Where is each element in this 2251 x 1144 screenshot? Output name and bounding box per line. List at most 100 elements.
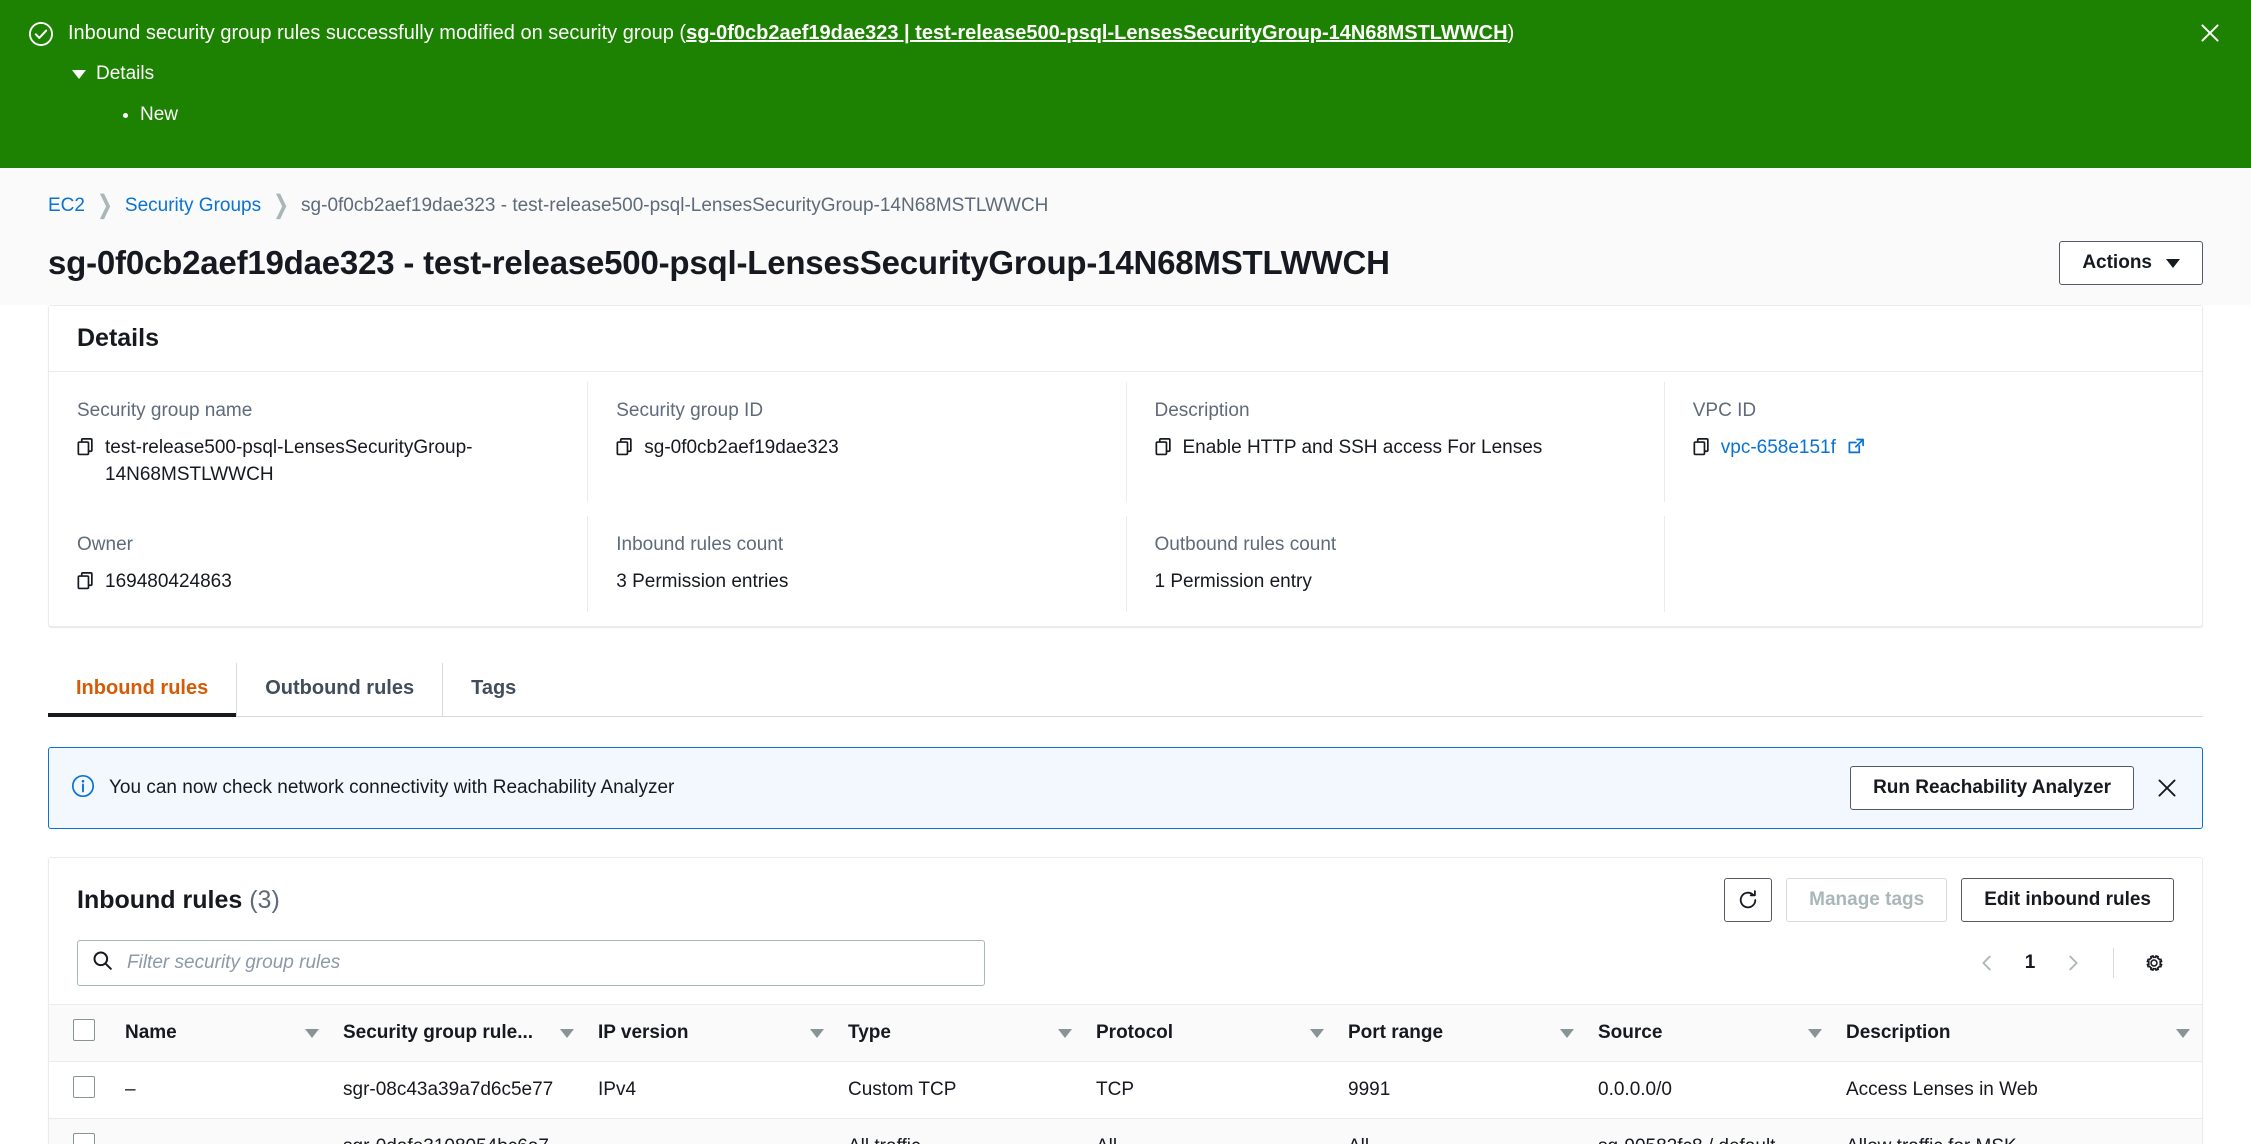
tab-bar: Inbound rules Outbound rules Tags xyxy=(48,663,2203,717)
inbound-rules-header: Inbound rules (3) Manage tags Edit inbou… xyxy=(49,858,2202,934)
cell-name: – xyxy=(113,1061,331,1119)
cell-source: sg-90582fc8 / default xyxy=(1586,1118,1834,1144)
next-page-button[interactable] xyxy=(2053,943,2093,983)
detail-label: Inbound rules count xyxy=(616,534,784,555)
column-header-name[interactable]: Name xyxy=(113,1004,331,1062)
tab-outbound-rules[interactable]: Outbound rules xyxy=(237,663,444,716)
success-flashbar: Inbound security group rules successfull… xyxy=(0,0,2251,168)
detail-label: Outbound rules count xyxy=(1154,534,1337,555)
column-header-description[interactable]: Description xyxy=(1834,1004,2202,1062)
refresh-icon[interactable] xyxy=(1724,878,1773,922)
search-input[interactable] xyxy=(125,951,970,975)
sort-caret-icon[interactable] xyxy=(1058,1028,1072,1038)
gear-icon[interactable] xyxy=(2134,943,2174,983)
detail-value: 3 Permission entries xyxy=(616,571,789,592)
sort-caret-icon[interactable] xyxy=(1310,1028,1324,1038)
column-header-type[interactable]: Type xyxy=(836,1004,1084,1062)
detail-value: Enable HTTP and SSH access For Lenses xyxy=(1182,437,1543,458)
cell-port-range: 9991 xyxy=(1336,1061,1586,1119)
details-grid-row-1: Security group name test-release500-psql… xyxy=(49,372,2202,516)
breadcrumb-item-current: sg-0f0cb2aef19dae323 - test-release500-p… xyxy=(301,194,1049,216)
table-row[interactable]: – sgr-0dafe3108054bc6a7 – All traffic Al… xyxy=(49,1118,2202,1144)
detail-empty-cell xyxy=(1663,516,2202,612)
breadcrumb-item-security-groups[interactable]: Security Groups xyxy=(125,195,261,217)
copy-icon[interactable] xyxy=(1693,437,1711,464)
flash-details-toggle[interactable]: Details xyxy=(72,63,154,85)
close-icon[interactable] xyxy=(2154,775,2180,801)
row-checkbox[interactable] xyxy=(73,1076,95,1098)
column-label: IP version xyxy=(598,1022,689,1043)
sort-caret-icon[interactable] xyxy=(560,1028,574,1038)
close-icon[interactable] xyxy=(2195,18,2225,48)
flash-message-prefix: Inbound security group rules successfull… xyxy=(68,22,687,44)
details-panel: Details Security group name test-release… xyxy=(48,305,2203,627)
actions-button[interactable]: Actions xyxy=(2059,241,2203,285)
search-icon xyxy=(92,950,113,976)
details-grid-row-2: Owner 169480424863 Inbound rules count 3… xyxy=(49,516,2202,626)
row-checkbox[interactable] xyxy=(73,1133,95,1144)
pagination: 1 xyxy=(1967,943,2174,983)
column-label: Description xyxy=(1846,1022,1951,1043)
row-select-cell xyxy=(49,1061,113,1119)
column-header-port-range[interactable]: Port range xyxy=(1336,1004,1586,1062)
flash-details-list: New xyxy=(100,103,2223,127)
cell-description: Allow traffic for MSK xyxy=(1834,1118,2202,1144)
tab-inbound-rules[interactable]: Inbound rules xyxy=(48,663,238,717)
detail-vpc-id: VPC ID vpc-658e151f xyxy=(1663,382,2202,502)
edit-inbound-rules-button[interactable]: Edit inbound rules xyxy=(1961,878,2174,922)
chevron-down-icon xyxy=(72,69,86,79)
previous-page-button[interactable] xyxy=(1967,943,2007,983)
detail-outbound-rules-count: Outbound rules count 1 Permission entry xyxy=(1125,516,1664,612)
select-all-header xyxy=(49,1004,113,1062)
copy-icon[interactable] xyxy=(77,437,95,464)
sort-caret-icon[interactable] xyxy=(1560,1028,1574,1038)
run-reachability-analyzer-button[interactable]: Run Reachability Analyzer xyxy=(1850,766,2134,810)
tab-label: Inbound rules xyxy=(76,677,209,699)
sort-caret-icon[interactable] xyxy=(2176,1028,2190,1038)
page-header: sg-0f0cb2aef19dae323 - test-release500-p… xyxy=(0,227,2251,305)
column-label: Port range xyxy=(1348,1022,1444,1043)
detail-value: 1 Permission entry xyxy=(1154,571,1312,592)
column-label: Type xyxy=(848,1022,891,1043)
sort-caret-icon[interactable] xyxy=(810,1028,824,1038)
detail-security-group-name: Security group name test-release500-psql… xyxy=(49,382,587,502)
external-link-icon[interactable] xyxy=(1848,438,1865,460)
breadcrumb-separator-icon: ❯ xyxy=(273,191,290,220)
detail-inbound-rules-count: Inbound rules count 3 Permission entries xyxy=(587,516,1125,612)
divider xyxy=(2113,948,2114,978)
column-header-protocol[interactable]: Protocol xyxy=(1084,1004,1336,1062)
vpc-id-link[interactable]: vpc-658e151f xyxy=(1721,437,1836,458)
column-header-security-group-rule-id[interactable]: Security group rule... xyxy=(331,1004,586,1062)
sort-caret-icon[interactable] xyxy=(305,1028,319,1038)
detail-value: 169480424863 xyxy=(105,571,232,592)
breadcrumb-item-ec2[interactable]: EC2 xyxy=(48,195,85,217)
flash-message-suffix: ) xyxy=(1507,22,1515,44)
success-check-icon xyxy=(28,21,54,47)
rules-filter-row: 1 xyxy=(49,934,2202,1004)
copy-icon[interactable] xyxy=(1155,437,1173,464)
detail-label: Owner xyxy=(77,534,133,555)
column-label: Protocol xyxy=(1096,1022,1174,1043)
cell-ip-version: IPv4 xyxy=(586,1061,836,1119)
manage-tags-button[interactable]: Manage tags xyxy=(1786,878,1948,922)
detail-label: VPC ID xyxy=(1692,400,1757,421)
copy-icon[interactable] xyxy=(616,437,634,464)
table-row[interactable]: – sgr-08c43a39a7d6c5e77 IPv4 Custom TCP … xyxy=(49,1061,2202,1119)
table-header-row: Name Security group rule... IP version T… xyxy=(49,1004,2202,1062)
select-all-checkbox[interactable] xyxy=(73,1019,95,1041)
detail-value: sg-0f0cb2aef19dae323 xyxy=(644,437,839,458)
cell-type: All traffic xyxy=(836,1118,1084,1144)
column-header-ip-version[interactable]: IP version xyxy=(586,1004,836,1062)
flash-security-group-link[interactable]: sg-0f0cb2aef19dae323 | test-release500-p… xyxy=(686,22,1507,44)
cell-protocol: TCP xyxy=(1084,1061,1336,1119)
sort-caret-icon[interactable] xyxy=(1808,1028,1822,1038)
tab-tags[interactable]: Tags xyxy=(443,663,544,716)
cell-protocol: All xyxy=(1084,1118,1336,1144)
page-number[interactable]: 1 xyxy=(2013,952,2047,974)
search-box[interactable] xyxy=(77,940,985,986)
copy-icon[interactable] xyxy=(77,571,95,598)
details-panel-title: Details xyxy=(77,324,159,352)
inbound-rules-title: Inbound rules xyxy=(77,885,243,914)
inbound-rules-count: (3) xyxy=(249,885,280,914)
column-header-source[interactable]: Source xyxy=(1586,1004,1834,1062)
